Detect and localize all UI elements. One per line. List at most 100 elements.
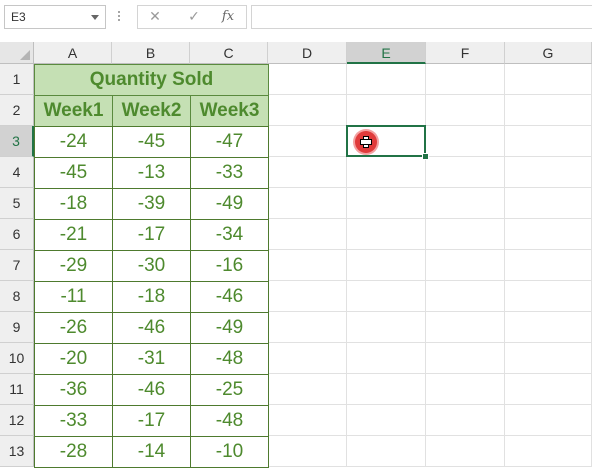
spreadsheet-grid[interactable]: A B C D E F G 1 2 3 4 5 6 7 8 9 10 11 12 13 Quantity Sold Wee… <box>0 42 592 468</box>
cell-g7[interactable] <box>505 250 592 281</box>
cell-e5[interactable] <box>347 188 426 219</box>
column-title-week2[interactable]: Week2 <box>112 95 191 127</box>
table-cell[interactable]: -26 <box>34 312 113 344</box>
row-header-1[interactable]: 1 <box>0 64 34 95</box>
table-cell[interactable]: -29 <box>34 250 113 282</box>
cell-e13[interactable] <box>347 436 426 467</box>
table-cell[interactable]: -46 <box>112 374 191 406</box>
cell-g13[interactable] <box>505 436 592 467</box>
table-cell[interactable]: -33 <box>34 405 113 437</box>
column-title-week1[interactable]: Week1 <box>34 95 113 127</box>
table-cell[interactable]: -14 <box>112 436 191 468</box>
table-cell[interactable]: -16 <box>190 250 269 282</box>
row-header-10[interactable]: 10 <box>0 343 34 374</box>
cell-e2[interactable] <box>347 95 426 126</box>
table-cell[interactable]: -45 <box>112 126 191 158</box>
cell-g12[interactable] <box>505 405 592 436</box>
table-cell[interactable]: -48 <box>190 343 269 375</box>
table-cell[interactable]: -20 <box>34 343 113 375</box>
cell-g1[interactable] <box>505 64 592 95</box>
enter-icon[interactable]: ✓ <box>184 8 204 26</box>
cell-g3[interactable] <box>505 126 592 157</box>
cell-f4[interactable] <box>426 157 505 188</box>
cell-d10[interactable] <box>268 343 347 374</box>
cell-d13[interactable] <box>268 436 347 467</box>
table-cell[interactable]: -17 <box>112 219 191 251</box>
table-cell[interactable]: -46 <box>190 281 269 313</box>
column-header-d[interactable]: D <box>268 42 347 64</box>
table-cell[interactable]: -13 <box>112 157 191 189</box>
table-cell[interactable]: -25 <box>190 374 269 406</box>
cell-d2[interactable] <box>268 95 347 126</box>
cell-f10[interactable] <box>426 343 505 374</box>
table-cell[interactable]: -48 <box>190 405 269 437</box>
formula-input[interactable] <box>251 5 592 29</box>
column-header-e[interactable]: E <box>347 42 426 64</box>
table-cell[interactable]: -46 <box>112 312 191 344</box>
cell-e12[interactable] <box>347 405 426 436</box>
table-cell[interactable]: -31 <box>112 343 191 375</box>
row-header-5[interactable]: 5 <box>0 188 34 219</box>
row-header-8[interactable]: 8 <box>0 281 34 312</box>
table-cell[interactable]: -24 <box>34 126 113 158</box>
chevron-down-icon[interactable] <box>91 15 99 20</box>
cell-d1[interactable] <box>268 64 347 95</box>
cell-f11[interactable] <box>426 374 505 405</box>
cell-f1[interactable] <box>426 64 505 95</box>
cell-f9[interactable] <box>426 312 505 343</box>
cell-d9[interactable] <box>268 312 347 343</box>
cell-e10[interactable] <box>347 343 426 374</box>
column-header-a[interactable]: A <box>34 42 112 64</box>
cell-d12[interactable] <box>268 405 347 436</box>
column-header-c[interactable]: C <box>190 42 268 64</box>
cell-f8[interactable] <box>426 281 505 312</box>
table-cell[interactable]: -45 <box>34 157 113 189</box>
table-title[interactable]: Quantity Sold <box>34 64 269 96</box>
cell-g2[interactable] <box>505 95 592 126</box>
row-header-6[interactable]: 6 <box>0 219 34 250</box>
cell-g4[interactable] <box>505 157 592 188</box>
table-cell[interactable]: -49 <box>190 312 269 344</box>
cell-d3[interactable] <box>268 126 347 157</box>
table-cell[interactable]: -47 <box>190 126 269 158</box>
insert-function-icon[interactable]: fx <box>218 8 238 26</box>
table-cell[interactable]: -21 <box>34 219 113 251</box>
table-cell[interactable]: -11 <box>34 281 113 313</box>
cell-f3[interactable] <box>426 126 505 157</box>
cell-f6[interactable] <box>426 219 505 250</box>
drag-handle-icon[interactable] <box>117 9 121 25</box>
row-header-7[interactable]: 7 <box>0 250 34 281</box>
cell-d11[interactable] <box>268 374 347 405</box>
cell-g5[interactable] <box>505 188 592 219</box>
cell-d8[interactable] <box>268 281 347 312</box>
cell-g8[interactable] <box>505 281 592 312</box>
cell-d6[interactable] <box>268 219 347 250</box>
cell-g9[interactable] <box>505 312 592 343</box>
table-cell[interactable]: -28 <box>34 436 113 468</box>
cell-g11[interactable] <box>505 374 592 405</box>
column-header-g[interactable]: G <box>505 42 592 64</box>
table-cell[interactable]: -18 <box>34 188 113 220</box>
row-header-4[interactable]: 4 <box>0 157 34 188</box>
column-header-b[interactable]: B <box>112 42 190 64</box>
table-cell[interactable]: -49 <box>190 188 269 220</box>
cell-g6[interactable] <box>505 219 592 250</box>
table-cell[interactable]: -30 <box>112 250 191 282</box>
row-header-12[interactable]: 12 <box>0 405 34 436</box>
table-cell[interactable]: -36 <box>34 374 113 406</box>
cell-e11[interactable] <box>347 374 426 405</box>
select-all-button[interactable] <box>0 42 34 64</box>
cell-e1[interactable] <box>347 64 426 95</box>
table-cell[interactable]: -10 <box>190 436 269 468</box>
row-header-2[interactable]: 2 <box>0 95 34 126</box>
cell-e6[interactable] <box>347 219 426 250</box>
cell-d7[interactable] <box>268 250 347 281</box>
column-header-f[interactable]: F <box>426 42 505 64</box>
cell-e8[interactable] <box>347 281 426 312</box>
row-header-13[interactable]: 13 <box>0 436 34 467</box>
cell-f5[interactable] <box>426 188 505 219</box>
table-cell[interactable]: -17 <box>112 405 191 437</box>
column-title-week3[interactable]: Week3 <box>190 95 269 127</box>
table-cell[interactable]: -33 <box>190 157 269 189</box>
table-cell[interactable]: -34 <box>190 219 269 251</box>
